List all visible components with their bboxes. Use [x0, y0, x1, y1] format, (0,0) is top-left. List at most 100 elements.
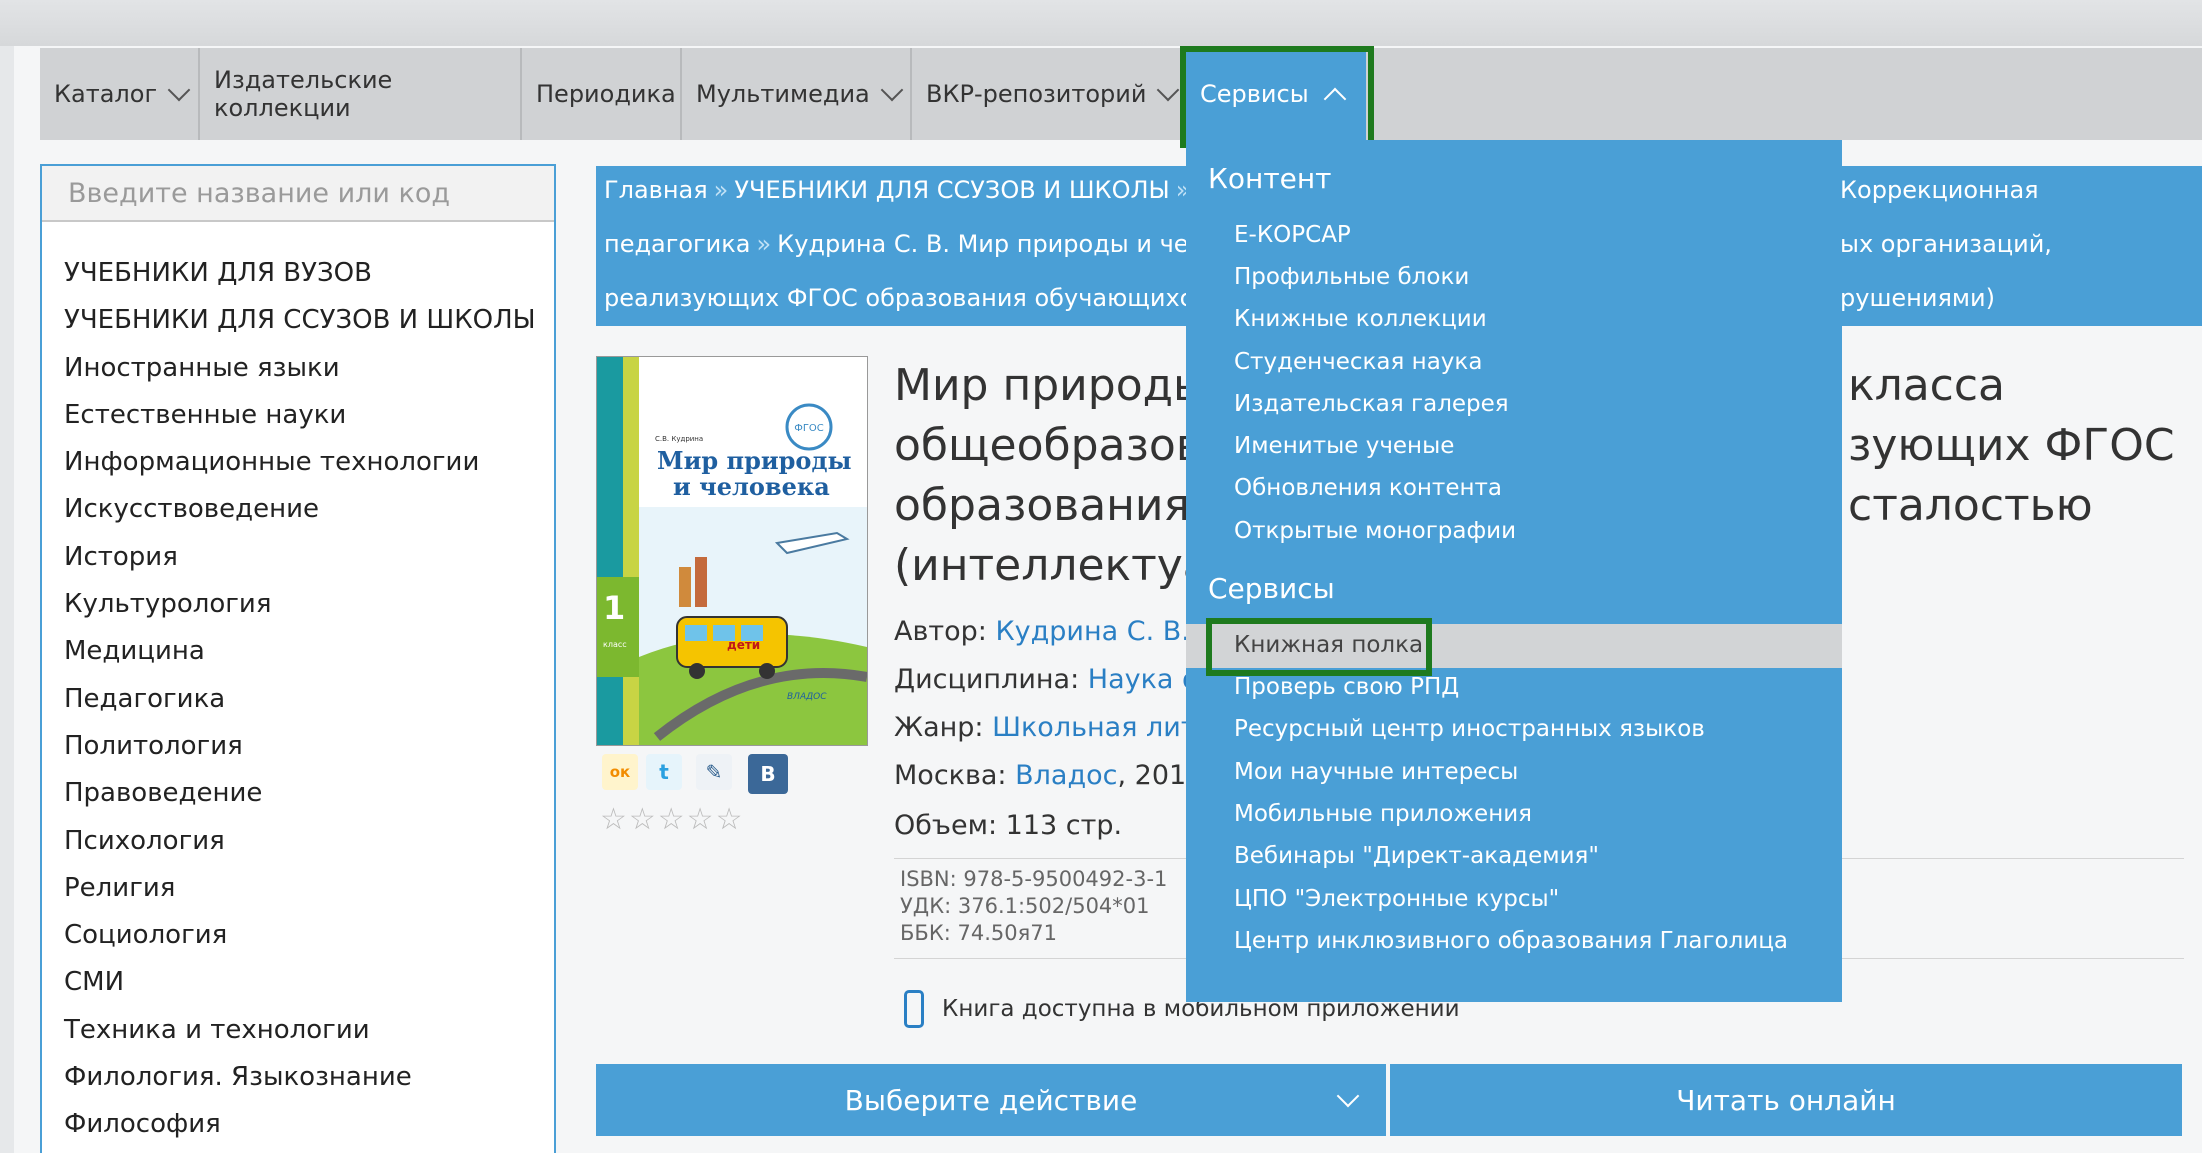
category-item[interactable]: Политология — [64, 723, 536, 770]
search-input[interactable]: Введите название или код — [42, 166, 554, 222]
book-volume: Объем: 113 стр. — [894, 810, 1123, 841]
discipline-link[interactable]: Наука о — [1088, 664, 1199, 695]
breadcrumb-line-1: Главная» УЧЕБНИКИ ДЛЯ ССУЗОВ И ШКОЛЫ» — [604, 176, 1191, 204]
category-list: УЧЕБНИКИ ДЛЯ ВУЗОВ УЧЕБНИКИ ДЛЯ ССУЗОВ И… — [64, 250, 536, 1149]
dropdown-item[interactable]: Мои научные интересы — [1234, 759, 1518, 785]
page-left-edge — [0, 46, 14, 1153]
category-item[interactable]: Техника и технологии — [64, 1007, 536, 1054]
cover-title-2: и человека — [673, 472, 830, 501]
breadcrumb-current: реализующих ФГОС образования обучающихс — [604, 284, 1193, 312]
breadcrumb-current: ых организаций, — [1840, 230, 2052, 258]
isbn: ISBN: 978-5-9500492-3-1 — [900, 867, 1168, 891]
cover-author: С.В. Кудрина — [655, 435, 703, 443]
author-link[interactable]: Кудрина С. В. — [995, 616, 1189, 647]
browser-top-strip — [0, 0, 2202, 46]
bbk: ББК: 74.50я71 — [900, 921, 1057, 945]
category-item[interactable]: Информационные технологии — [64, 439, 536, 486]
read-online-button[interactable]: Читать онлайн — [1390, 1064, 2182, 1136]
category-item[interactable]: Философия — [64, 1101, 536, 1148]
nav-item-label: Сервисы — [1200, 80, 1309, 108]
dropdown-section-services: Сервисы — [1208, 572, 1335, 605]
category-item[interactable]: УЧЕБНИКИ ДЛЯ ВУЗОВ — [64, 250, 536, 297]
category-item[interactable]: Филология. Языкознание — [64, 1054, 536, 1101]
chevron-up-icon — [1323, 87, 1346, 111]
book-identifiers: ISBN: 978-5-9500492-3-1 УДК: 376.1:502/5… — [900, 866, 1167, 947]
dropdown-item[interactable]: Е-КОРСАР — [1234, 222, 1351, 248]
genre-link[interactable]: Школьная лите — [992, 712, 1213, 743]
nav-item-services[interactable]: Сервисы — [1186, 48, 1366, 140]
nav-item-publisher-collections[interactable]: Издательские коллекции — [200, 48, 522, 140]
category-item[interactable]: Педагогика — [64, 676, 536, 723]
book-genre-row: Жанр: Школьная лите — [894, 712, 1213, 743]
category-item[interactable]: СМИ — [64, 959, 536, 1006]
category-item[interactable]: Правоведение — [64, 770, 536, 817]
category-item[interactable]: Медицина — [64, 628, 536, 675]
read-online-label: Читать онлайн — [1676, 1083, 1896, 1117]
breadcrumb-link[interactable]: педагогика — [604, 230, 750, 258]
category-item[interactable]: История — [64, 534, 536, 581]
nav-item-label: Издательские коллекции — [214, 66, 393, 122]
dropdown-item[interactable]: Именитые ученые — [1234, 433, 1454, 459]
category-item[interactable]: Религия — [64, 865, 536, 912]
category-item[interactable]: Психология — [64, 818, 536, 865]
dropdown-item[interactable]: Вебинары "Директ-академия" — [1234, 843, 1599, 869]
category-item[interactable]: УЧЕБНИКИ ДЛЯ ССУЗОВ И ШКОЛЫ — [64, 297, 536, 344]
nav-item-label: Периодика — [536, 80, 676, 108]
breadcrumb-current: Кудрина С. В. Мир природы и чел — [777, 230, 1204, 258]
dropdown-item[interactable]: Открытые монографии — [1234, 518, 1516, 544]
main-nav: Каталог Издательские коллекции Периодика… — [40, 48, 2202, 140]
odnoklassniki-share-icon[interactable]: ок — [602, 754, 638, 790]
dropdown-item[interactable]: Центр инклюзивного образования Глаголица — [1234, 928, 1788, 954]
livejournal-share-icon[interactable]: ✎ — [696, 754, 732, 790]
category-item[interactable]: Естественные науки — [64, 392, 536, 439]
cover-badge: ФГОС — [794, 423, 824, 434]
category-item[interactable]: Иностранные языки — [64, 345, 536, 392]
rating-stars[interactable]: ☆☆☆☆☆ — [600, 802, 744, 837]
book-cover-image[interactable]: ФГОС С.В. Кудрина Мир природы и человека… — [596, 356, 868, 746]
choose-action-label: Выберите действие — [844, 1083, 1138, 1117]
book-title-line: класса — [1848, 360, 2006, 411]
category-item[interactable]: Искусствоведение — [64, 486, 536, 533]
vk-share-icon[interactable]: В — [748, 754, 788, 794]
nav-item-multimedia[interactable]: Мультимедиа — [682, 48, 912, 140]
dropdown-item[interactable]: Издательская галерея — [1234, 391, 1509, 417]
cover-publisher-logo: ВЛАДОС — [787, 692, 827, 702]
nav-item-periodicals[interactable]: Периодика — [522, 48, 682, 140]
dropdown-item-bookshelf[interactable]: Книжная полка — [1234, 632, 1423, 658]
book-discipline-row: Дисциплина: Наука о — [894, 664, 1199, 695]
dropdown-item[interactable]: Профильные блоки — [1234, 264, 1469, 290]
category-item[interactable]: Культурология — [64, 581, 536, 628]
dropdown-item[interactable]: ЦПО "Электронные курсы" — [1234, 886, 1559, 912]
breadcrumb-line-2: педагогика» Кудрина С. В. Мир природы и ч… — [604, 230, 1204, 258]
category-sidebar: Введите название или код УЧЕБНИКИ ДЛЯ ВУ… — [40, 164, 556, 1153]
dropdown-item[interactable]: Обновления контента — [1234, 475, 1502, 501]
breadcrumb-link[interactable]: Коррекционная — [1840, 176, 2039, 204]
nav-item-catalog[interactable]: Каталог — [40, 48, 200, 140]
category-item[interactable]: Социология — [64, 912, 536, 959]
mobile-phone-icon — [904, 990, 924, 1028]
nav-item-label: Мультимедиа — [696, 80, 870, 108]
dropdown-item[interactable]: Книжные коллекции — [1234, 306, 1487, 332]
dropdown-section-content: Контент — [1208, 162, 1332, 195]
dropdown-item[interactable]: Студенческая наука — [1234, 349, 1482, 375]
chevron-down-icon — [167, 78, 191, 102]
udk: УДК: 376.1:502/504*01 — [900, 894, 1150, 918]
cover-bus-text: дети — [727, 638, 760, 652]
book-title-line: сталостью — [1848, 480, 2093, 531]
book-author-row: Автор: Кудрина С. В. — [894, 616, 1190, 647]
publisher-link[interactable]: Владос — [1015, 760, 1117, 791]
dropdown-item[interactable]: Проверь свою РПД — [1234, 674, 1459, 700]
nav-item-vkr-repository[interactable]: ВКР-репозиторий — [912, 48, 1202, 140]
breadcrumb-current: рушениями) — [1840, 284, 1995, 312]
dropdown-item[interactable]: Мобильные приложения — [1234, 801, 1532, 827]
search-placeholder: Введите название или код — [68, 177, 451, 209]
cover-grade: 1 — [603, 589, 625, 627]
book-publisher-row: Москва: Владос, 2019 — [894, 760, 1203, 791]
chevron-down-icon — [1157, 78, 1180, 102]
breadcrumb-link[interactable]: УЧЕБНИКИ ДЛЯ ССУЗОВ И ШКОЛЫ — [734, 176, 1169, 204]
choose-action-dropdown[interactable]: Выберите действие — [596, 1064, 1386, 1136]
book-title-right: класса зующих ФГОС сталостью — [1848, 356, 2175, 536]
dropdown-item[interactable]: Ресурсный центр иностранных языков — [1234, 716, 1705, 742]
twitter-share-icon[interactable]: t — [646, 754, 682, 790]
breadcrumb-home-link[interactable]: Главная — [604, 176, 708, 204]
